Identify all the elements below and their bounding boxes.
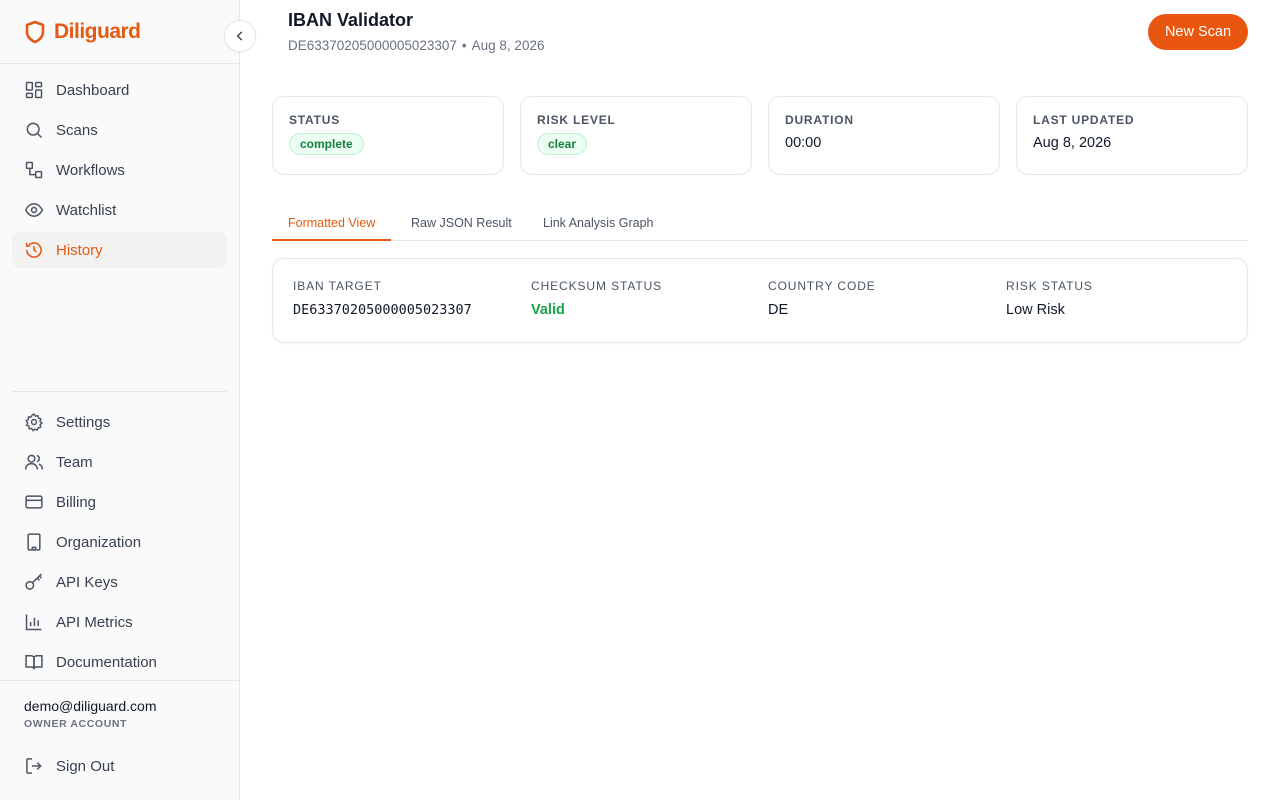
- subtitle-separator: •: [461, 38, 467, 53]
- account-email: demo@diliguard.com: [24, 698, 157, 714]
- users-icon: [24, 454, 44, 470]
- field-label: RISK STATUS: [1006, 279, 1093, 293]
- sidebar-item-label: Dashboard: [56, 81, 130, 99]
- country-code-field: COUNTRY CODE DE: [768, 279, 876, 318]
- tab-raw-json-result[interactable]: Raw JSON Result: [395, 206, 528, 241]
- eye-icon: [24, 202, 44, 218]
- collapse-sidebar-button[interactable]: [224, 20, 256, 52]
- sidebar-item-api-metrics[interactable]: API Metrics: [12, 604, 227, 640]
- workflow-icon: [25, 161, 43, 179]
- sidebar-item-documentation[interactable]: Documentation: [12, 644, 227, 680]
- duration-card: DURATION 00:00: [768, 96, 1000, 175]
- tab-link-analysis-graph[interactable]: Link Analysis Graph: [527, 206, 669, 241]
- sidebar-item-team[interactable]: Team: [12, 444, 227, 480]
- account-role: OWNER ACCOUNT: [24, 718, 128, 730]
- history-icon: [25, 242, 42, 258]
- divider: [0, 680, 239, 681]
- sidebar-item-label: History: [56, 241, 103, 259]
- sidebar-item-organization[interactable]: Organization: [12, 524, 227, 560]
- chevron-left-icon: [236, 31, 243, 41]
- gear-icon: [25, 413, 43, 432]
- sidebar-item-api-keys[interactable]: API Keys: [12, 564, 227, 600]
- sidebar-item-history[interactable]: History: [12, 232, 227, 268]
- sign-out-icon: [26, 758, 42, 774]
- scan-target-iban: DE63370205000005023307: [288, 38, 457, 53]
- sidebar: Diliguard Dashboard Scans Workflows Watc…: [0, 0, 240, 800]
- sidebar-item-label: API Metrics: [56, 613, 133, 631]
- stat-label: STATUS: [289, 113, 341, 127]
- search-icon: [26, 122, 43, 139]
- scan-date: Aug 8, 2026: [471, 38, 545, 53]
- stat-label: DURATION: [785, 113, 854, 127]
- tab-formatted-view[interactable]: Formatted View: [272, 206, 392, 241]
- checksum-status-field: CHECKSUM STATUS Valid: [531, 279, 662, 318]
- sidebar-item-label: Scans: [56, 121, 98, 139]
- risk-level-card: RISK LEVEL clear: [520, 96, 752, 175]
- sidebar-item-label: Settings: [56, 413, 111, 431]
- sign-out-button[interactable]: Sign Out: [12, 748, 227, 784]
- divider: [0, 63, 239, 64]
- bar-chart-icon: [25, 614, 42, 631]
- stat-label: LAST UPDATED: [1033, 113, 1135, 127]
- duration-value: 00:00: [785, 135, 822, 151]
- result-tabs: Formatted View Raw JSON Result Link Anal…: [272, 206, 1248, 241]
- country-code-value: DE: [768, 302, 789, 318]
- last-updated-value: Aug 8, 2026: [1033, 135, 1112, 151]
- sidebar-item-settings[interactable]: Settings: [12, 404, 227, 440]
- sidebar-item-label: Workflows: [56, 161, 125, 179]
- field-label: IBAN TARGET: [293, 279, 382, 293]
- risk-level-badge: clear: [537, 133, 588, 155]
- last-updated-card: LAST UPDATED Aug 8, 2026: [1016, 96, 1248, 175]
- credit-card-icon: [25, 495, 43, 509]
- risk-status-value: Low Risk: [1006, 302, 1065, 318]
- divider: [12, 391, 227, 392]
- sign-out-label: Sign Out: [56, 757, 115, 775]
- page-subtitle: DE63370205000005023307 • Aug 8, 2026: [288, 38, 544, 53]
- sidebar-item-label: Documentation: [56, 653, 157, 671]
- book-icon: [25, 655, 43, 670]
- iban-target-value: DE63370205000005023307: [293, 302, 472, 318]
- stat-label: RISK LEVEL: [537, 113, 616, 127]
- result-card: IBAN TARGET DE63370205000005023307 CHECK…: [272, 258, 1248, 343]
- brand-logo[interactable]: Diliguard: [24, 18, 141, 46]
- field-label: COUNTRY CODE: [768, 279, 876, 293]
- key-icon: [25, 573, 43, 590]
- sidebar-item-label: Billing: [56, 493, 97, 511]
- iban-target-field: IBAN TARGET DE63370205000005023307: [293, 279, 472, 318]
- new-scan-button[interactable]: New Scan: [1148, 14, 1248, 50]
- shield-icon: [25, 20, 45, 44]
- page-title: IBAN Validator: [288, 10, 414, 30]
- sidebar-item-billing[interactable]: Billing: [12, 484, 227, 520]
- status-card: STATUS complete: [272, 96, 504, 175]
- sidebar-item-label: API Keys: [56, 573, 118, 591]
- sidebar-item-label: Watchlist: [56, 201, 117, 219]
- brand-name: Diliguard: [54, 20, 141, 43]
- field-label: CHECKSUM STATUS: [531, 279, 663, 293]
- sidebar-item-watchlist[interactable]: Watchlist: [12, 192, 227, 228]
- checksum-status-value: Valid: [531, 302, 565, 318]
- grid-icon: [25, 81, 43, 99]
- sidebar-item-label: Team: [56, 453, 93, 471]
- sidebar-item-scans[interactable]: Scans: [12, 112, 227, 148]
- status-badge: complete: [289, 133, 364, 155]
- sidebar-item-label: Organization: [56, 533, 142, 551]
- building-icon: [27, 533, 41, 551]
- sidebar-item-workflows[interactable]: Workflows: [12, 152, 227, 188]
- risk-status-field: RISK STATUS Low Risk: [1006, 279, 1093, 318]
- sidebar-item-dashboard[interactable]: Dashboard: [12, 72, 227, 108]
